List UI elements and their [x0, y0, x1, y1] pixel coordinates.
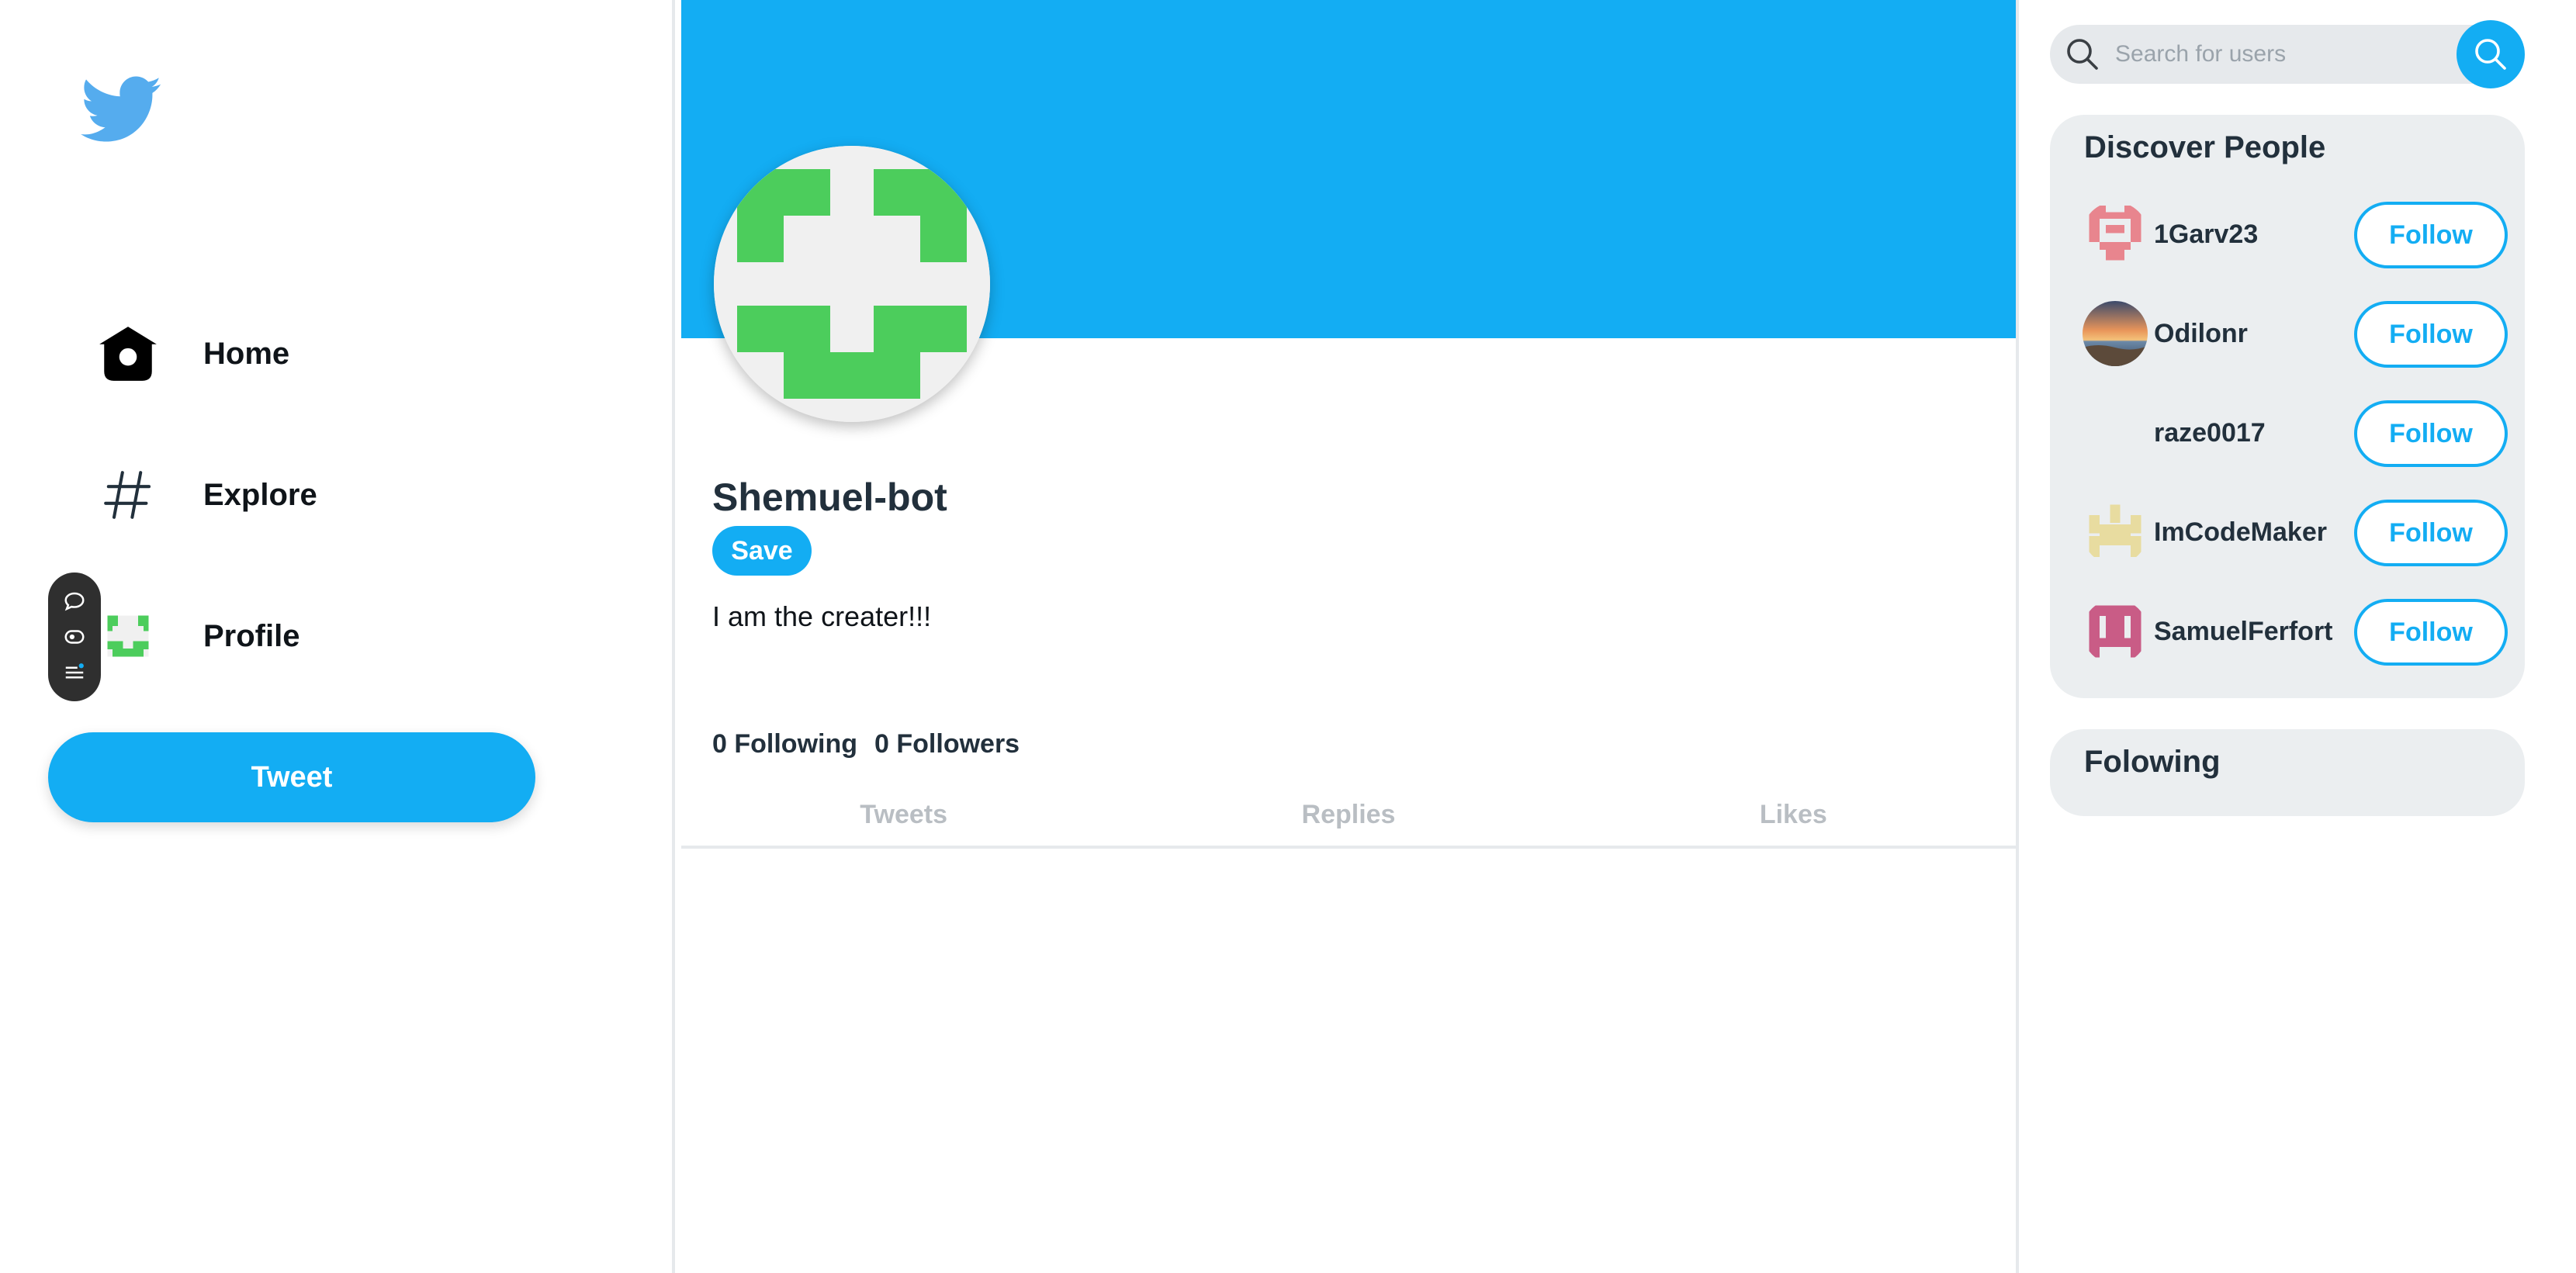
- following-card: Folowing: [2050, 729, 2525, 816]
- follow-button[interactable]: Follow: [2354, 500, 2508, 566]
- user-avatar[interactable]: [2083, 400, 2148, 465]
- user-name[interactable]: ImCodeMaker: [2154, 517, 2357, 548]
- user-avatar[interactable]: [2083, 599, 2148, 664]
- follow-stats: 0 Following 0 Followers: [712, 729, 1020, 759]
- profile-tabs: Tweets Replies Likes: [681, 784, 2016, 849]
- follow-button[interactable]: Follow: [2354, 301, 2508, 368]
- search-bar: [2050, 25, 2512, 84]
- eye-icon[interactable]: [59, 621, 90, 652]
- user-row: Odilonr Follow: [2083, 299, 2508, 368]
- discover-people-card: Discover People 1Garv23 Follow Odilonr F…: [2050, 115, 2525, 698]
- tab-replies[interactable]: Replies: [1126, 784, 1570, 846]
- user-name[interactable]: Odilonr: [2154, 319, 2357, 349]
- search-button-icon: [2475, 39, 2506, 70]
- save-button[interactable]: Save: [712, 526, 812, 576]
- floating-toolbar: [48, 573, 101, 701]
- user-row: raze0017 Follow: [2083, 399, 2508, 467]
- nav-label-profile: Profile: [203, 618, 300, 653]
- nav-item-home[interactable]: Home: [93, 307, 289, 400]
- user-row: SamuelFerfort Follow: [2083, 597, 2508, 666]
- home-icon: [93, 319, 163, 389]
- following-stat[interactable]: 0 Following: [712, 729, 857, 759]
- chat-bubble-icon[interactable]: [59, 586, 90, 617]
- user-avatar[interactable]: [2083, 202, 2148, 267]
- twitter-bird-logo-icon[interactable]: [80, 76, 163, 147]
- search-button[interactable]: [2457, 20, 2525, 88]
- following-label: Following: [734, 729, 858, 759]
- follow-button[interactable]: Follow: [2354, 202, 2508, 268]
- hashtag-icon: [93, 460, 163, 530]
- tweet-button[interactable]: Tweet: [48, 732, 535, 822]
- discover-title: Discover People: [2084, 130, 2326, 164]
- followers-stat[interactable]: 0 Followers: [874, 729, 1020, 759]
- tab-likes[interactable]: Likes: [1571, 784, 2016, 846]
- user-row: ImCodeMaker Follow: [2083, 498, 2508, 566]
- profile-main: Shemuel-bot Save I am the creater!!! 0 F…: [678, 0, 2019, 1273]
- app-root: Home Explore Profile Tweet Shemuel-bot S…: [0, 0, 2576, 1273]
- list-icon[interactable]: [59, 657, 90, 688]
- nav-item-profile[interactable]: Profile: [93, 590, 299, 683]
- following-count: 0: [712, 729, 727, 759]
- user-name[interactable]: raze0017: [2154, 418, 2357, 448]
- follow-button[interactable]: Follow: [2354, 400, 2508, 467]
- tab-tweets[interactable]: Tweets: [681, 784, 1126, 846]
- nav-label-home: Home: [203, 336, 290, 371]
- user-name[interactable]: SamuelFerfort: [2154, 617, 2357, 647]
- followers-count: 0: [874, 729, 889, 759]
- profile-display-name: Shemuel-bot: [712, 476, 947, 519]
- search-input[interactable]: [2115, 25, 2441, 84]
- followers-label: Followers: [896, 729, 1020, 759]
- user-avatar[interactable]: [2083, 500, 2148, 565]
- user-avatar[interactable]: [2083, 301, 2148, 366]
- left-sidebar: Home Explore Profile Tweet: [0, 0, 675, 1273]
- user-name[interactable]: 1Garv23: [2154, 220, 2357, 250]
- search-icon: [2067, 39, 2098, 70]
- nav-label-explore: Explore: [203, 477, 317, 512]
- following-title: Folowing: [2084, 745, 2221, 779]
- right-sidebar: Discover People: [2019, 0, 2576, 1273]
- profile-avatar[interactable]: [714, 146, 990, 422]
- profile-bio: I am the creater!!!: [712, 600, 932, 632]
- follow-button[interactable]: Follow: [2354, 599, 2508, 666]
- nav-item-explore[interactable]: Explore: [93, 448, 317, 541]
- profile-identicon-icon: [93, 601, 163, 671]
- user-row: 1Garv23 Follow: [2083, 200, 2508, 268]
